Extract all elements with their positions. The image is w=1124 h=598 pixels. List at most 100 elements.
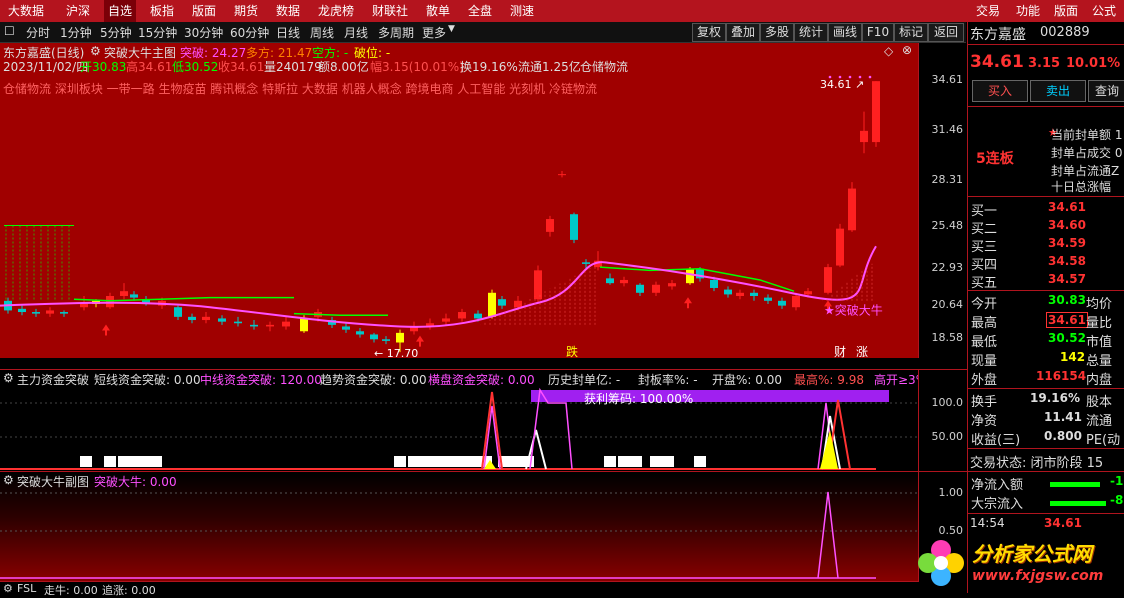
candle-body [120, 291, 128, 296]
f10-button[interactable]: F10 [862, 23, 894, 42]
bid-row[interactable]: 买三 34.59 [968, 236, 1124, 256]
hist-seal: 历史封单亿: - [548, 373, 621, 387]
period-daily[interactable]: 日线 [276, 24, 300, 41]
period-30min[interactable]: 30分钟 [184, 24, 223, 41]
period-weekly[interactable]: 周线 [310, 24, 334, 41]
trade-status: 交易状态: 闭市阶段 15 [970, 456, 1104, 471]
menu-item-layout-right[interactable]: 版面 [1050, 0, 1082, 22]
candle-body [686, 268, 694, 284]
price-tick: 31.46 [931, 123, 964, 136]
menu-item-watchlist[interactable]: 自选 [104, 0, 137, 22]
statistics-button[interactable]: 统计 [794, 23, 828, 42]
kline-chart[interactable]: 34.61 ↗ ← 17.70 ★突破大牛跌 财涨 [0, 73, 918, 358]
menu-item-retail[interactable]: 散单 [422, 0, 454, 22]
menu-item-full-disk[interactable]: 全盘 [464, 0, 496, 22]
period-monthly[interactable]: 月线 [344, 24, 368, 41]
menu-item-cls[interactable]: 财联社 [368, 0, 412, 22]
bid-row[interactable]: 买二 34.60 [968, 218, 1124, 238]
settings-gear-icon[interactable]: ⚙ [3, 473, 14, 487]
back-button[interactable]: 返回 [928, 23, 964, 42]
restore-rights-button[interactable]: 复权 [692, 23, 726, 42]
sub1-tick: 100.0 [931, 396, 964, 409]
tick-time: 14:54 [970, 516, 1005, 530]
multi-stock-button[interactable]: 多股 [760, 23, 794, 42]
watermark: 分析家公式网 www.fxjgsw.com [914, 532, 1124, 593]
candle-body [778, 300, 786, 306]
up-arrow-icon [102, 324, 110, 336]
menu-item-speed-test[interactable]: 测速 [506, 0, 538, 22]
menu-item-index[interactable]: 板指 [146, 0, 178, 22]
fin-row: 净资 11.41 流通 [971, 410, 1113, 429]
bull-breakout-pane[interactable]: ⚙ 突破大牛副图 突破大牛: 0.00 [0, 471, 918, 582]
overlay-button[interactable]: 叠加 [726, 23, 760, 42]
buy-button[interactable]: 买入 [972, 80, 1028, 102]
checkbox-icon[interactable]: ☐ [4, 24, 15, 38]
candle-body [130, 294, 138, 298]
tick-price: 34.61 [1044, 516, 1082, 530]
candle-body [636, 284, 644, 293]
menu-item-dragon-tiger[interactable]: 龙虎榜 [314, 0, 358, 22]
trend-capital: 趋势资金突破: 0.00 [320, 373, 427, 387]
menu-item-function[interactable]: 功能 [1012, 0, 1044, 22]
quote-panel: 东方嘉盛 002889 34.61 3.15 10.01% 买入 卖出 查询 5… [967, 22, 1124, 593]
sub1-title[interactable]: 主力资金突破 [17, 371, 89, 388]
period-5min[interactable]: 5分钟 [100, 24, 132, 41]
signal-block [468, 456, 480, 467]
candle-body [606, 278, 614, 284]
sell-button[interactable]: 卖出 [1030, 80, 1086, 102]
limit-board-count: 5连板 [976, 151, 1014, 167]
bid-row[interactable]: 买四 34.58 [968, 254, 1124, 274]
menu-item-big-data[interactable]: 大数据 [4, 0, 48, 22]
signal-block [694, 456, 706, 467]
up-arrow-icon [416, 335, 424, 347]
candle-body [382, 339, 390, 341]
candle-body [558, 174, 566, 176]
period-more[interactable]: 更多 [422, 24, 446, 41]
stat-row: 最低 30.52 市值 [971, 331, 1113, 350]
bid-row[interactable]: 买一 34.61 [968, 200, 1124, 220]
candle-body [342, 326, 350, 330]
limit-row: 十日总涨幅 [1051, 180, 1112, 194]
signal-block [630, 456, 642, 467]
chevron-down-icon[interactable]: ▼ [448, 24, 455, 34]
period-timeshare[interactable]: 分时 [26, 24, 50, 41]
menu-item-formula[interactable]: 公式 [1088, 0, 1120, 22]
short-capital: 短线资金突破: 0.00 [94, 373, 201, 387]
sub2-title[interactable]: 突破大牛副图 [17, 473, 89, 490]
settings-gear-icon[interactable]: ⚙ [3, 582, 13, 595]
period-15min[interactable]: 15分钟 [138, 24, 177, 41]
draw-line-button[interactable]: 画线 [828, 23, 862, 42]
candle-body [750, 292, 758, 296]
price-tick: 20.64 [931, 298, 964, 311]
fsl-pane[interactable]: ⚙ FSL 走牛: 0.00 追涨: 0.00 [0, 581, 918, 597]
mark-button[interactable]: 标记 [894, 23, 928, 42]
capital-breakout-pane[interactable]: ⚙ 主力资金突破 短线资金突破: 0.00 中线资金突破: 120.00 趋势资… [0, 369, 918, 472]
period-multi[interactable]: 多周期 [378, 24, 414, 41]
stat-row: 最高 34.61 量比 [971, 312, 1113, 331]
rise-marker: 涨 [856, 344, 868, 358]
signal-block [408, 456, 420, 467]
period-60min[interactable]: 60分钟 [230, 24, 269, 41]
main-chart-pane[interactable]: 东方嘉盛(日线) ⚙ 突破大牛主图 突破: 24.27 多方: 21.47 空方… [0, 43, 918, 358]
diamond-icon[interactable]: ◇ [884, 44, 893, 58]
fin-row: 收益(三) 0.800 PE(动 [971, 429, 1121, 448]
candle-body [498, 299, 506, 306]
menu-item-layout[interactable]: 版面 [188, 0, 220, 22]
query-button[interactable]: 查询 [1088, 80, 1124, 102]
settings-gear-icon[interactable]: ⚙ [3, 371, 14, 385]
price-axis: 34.61 31.46 28.31 25.48 22.93 20.64 18.5… [918, 43, 967, 358]
divider [968, 196, 1124, 197]
period-1min[interactable]: 1分钟 [60, 24, 92, 41]
settings-gear-icon[interactable]: ⚙ [90, 44, 101, 58]
menu-item-sh-sz[interactable]: 沪深 [62, 0, 94, 22]
candle-body [534, 270, 542, 300]
seal-rate: 封板率%: - [638, 373, 698, 387]
candle-body [668, 283, 676, 287]
menu-item-futures[interactable]: 期货 [230, 0, 262, 22]
close-icon[interactable]: ⊗ [902, 43, 912, 57]
menu-item-data[interactable]: 数据 [272, 0, 304, 22]
bid-row[interactable]: 买五 34.57 [968, 272, 1124, 292]
menu-item-trade[interactable]: 交易 [972, 0, 1004, 22]
dot-marker [868, 75, 872, 79]
sub3-title[interactable]: FSL [17, 582, 36, 595]
